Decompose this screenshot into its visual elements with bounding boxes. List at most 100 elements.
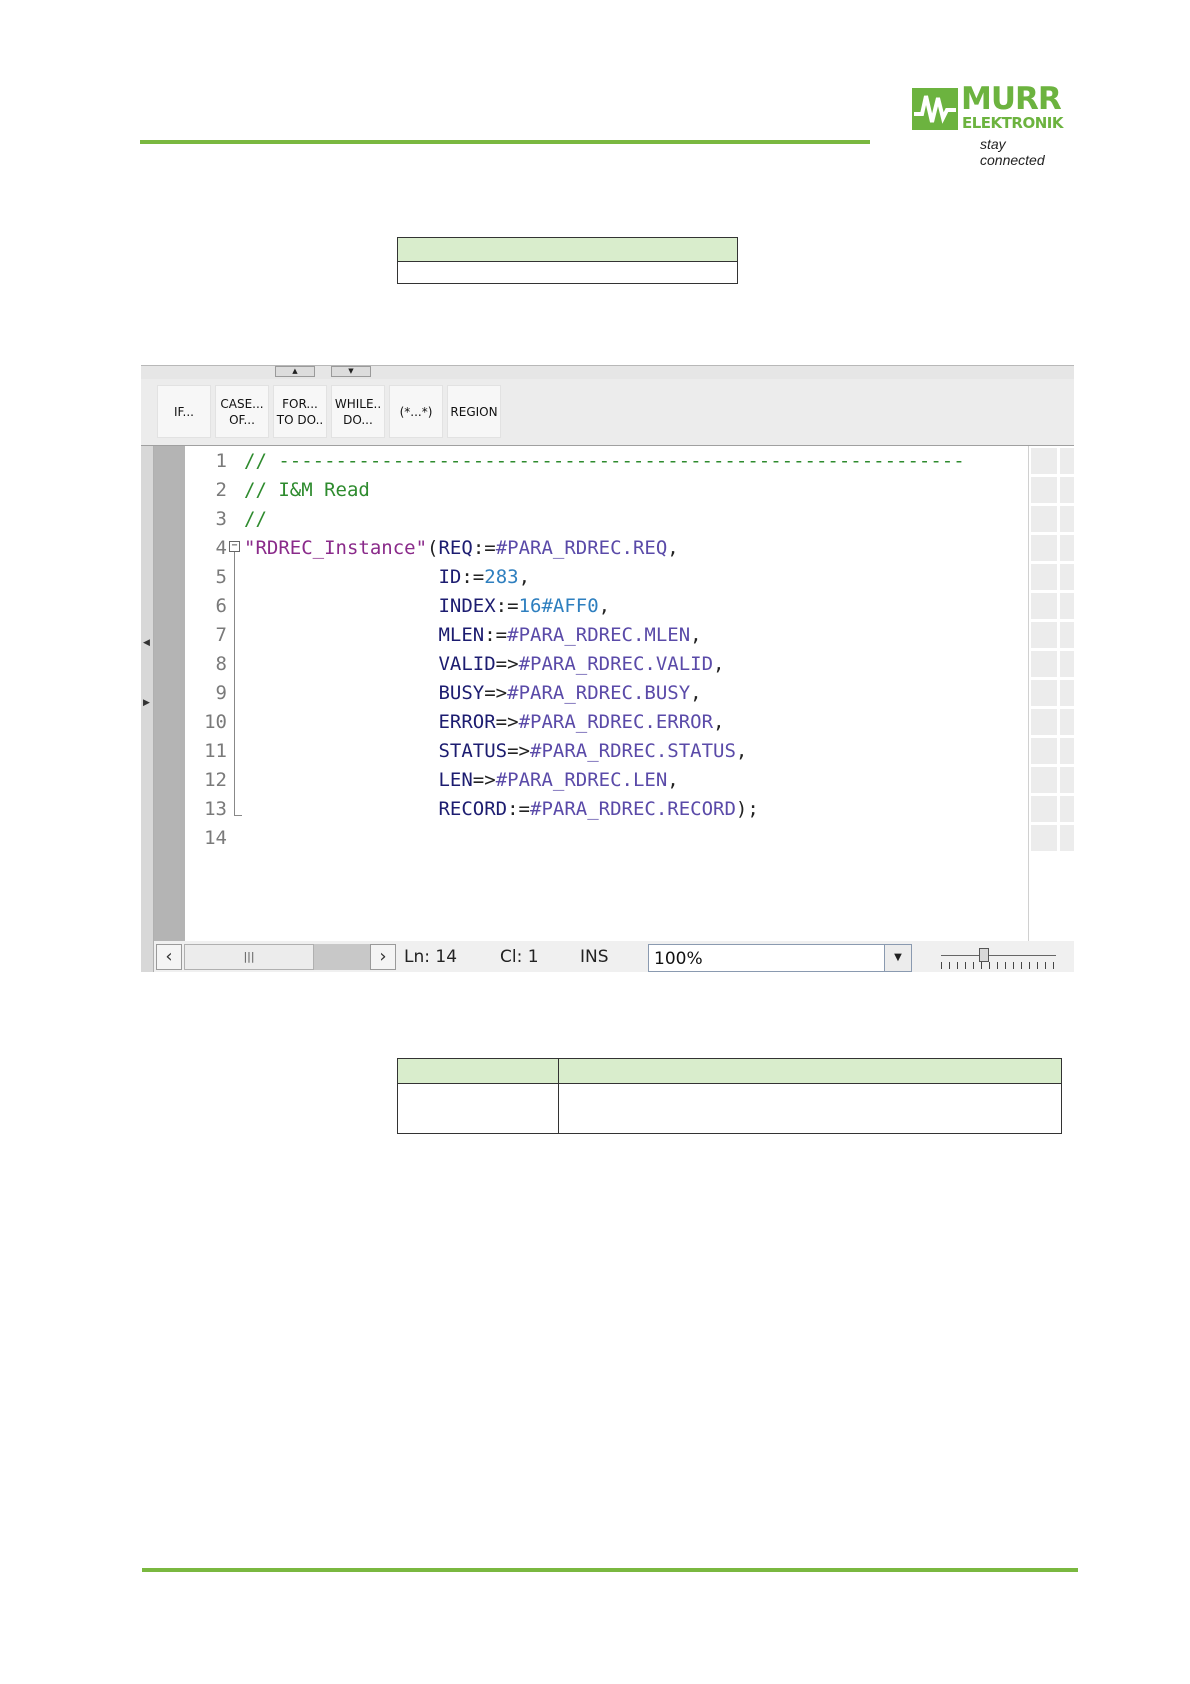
code-token: #PARA_RDREC.BUSY — [507, 682, 691, 704]
brand-name: MURR — [961, 81, 1062, 117]
code-token: "RDREC_Instance" — [244, 537, 428, 559]
gutter-cell — [1031, 448, 1057, 474]
code-token: => — [472, 769, 496, 791]
line-number: 13 — [204, 798, 227, 820]
header-rule — [140, 140, 870, 144]
code-token: // — [244, 508, 267, 530]
line-number: 8 — [215, 653, 227, 675]
code-token: #PARA_RDREC.STATUS — [530, 740, 736, 762]
code-token: 16#AFF0 — [518, 595, 599, 617]
code-token: ); — [735, 798, 759, 820]
splitter-up-button[interactable]: ▲ — [275, 366, 315, 377]
scroll-thumb-grip: ||| — [243, 950, 255, 963]
breakpoint-gutter[interactable] — [154, 446, 185, 941]
while-do-button[interactable]: WHILE.. DO... — [331, 385, 385, 438]
code-token: , — [598, 595, 611, 617]
info-table-bottom — [397, 1058, 1062, 1134]
splitter-down-button[interactable]: ▼ — [331, 366, 371, 377]
code-token: => — [495, 653, 519, 675]
for-to-do-button[interactable]: FOR... TO DO.. — [273, 385, 327, 438]
gutter-cell — [1031, 564, 1057, 590]
insert-mode-indicator[interactable]: INS — [580, 944, 609, 970]
gutter-cell — [1060, 767, 1074, 793]
horizontal-scroll-track[interactable] — [314, 944, 370, 970]
brand-sub: ELEKTRONIK — [962, 114, 1063, 132]
gutter-cell — [1060, 738, 1074, 764]
line-number: 12 — [204, 769, 227, 791]
footer-rule — [142, 1568, 1078, 1572]
gutter-cell — [1060, 448, 1074, 474]
code-token: , — [713, 711, 725, 733]
code-text: // -------------------------------------… — [244, 447, 965, 476]
info-table-top — [397, 237, 738, 284]
scroll-left-button[interactable]: ‹ — [156, 944, 182, 970]
code-token: => — [507, 740, 530, 762]
gutter-cell — [1060, 506, 1074, 532]
gutter-cell — [1031, 825, 1057, 851]
editor-status-bar: ‹ ||| › Ln: 14 Cl: 1 INS 100% ▼ — [154, 942, 1074, 972]
murr-logo-icon — [912, 88, 958, 130]
gutter-cell — [1060, 796, 1074, 822]
zoom-slider[interactable] — [941, 946, 1056, 970]
fold-guide-end — [234, 815, 242, 816]
code-token: REQ — [438, 537, 473, 559]
code-token: #PARA_RDREC.VALID — [518, 653, 714, 675]
zoom-slider-track — [941, 955, 1056, 956]
line-number: 3 — [215, 508, 227, 530]
horizontal-scroll-thumb[interactable]: ||| — [184, 944, 314, 970]
code-text: LEN=>#PARA_RDREC.LEN, — [244, 766, 678, 795]
gutter-cell — [1060, 651, 1074, 677]
line-number: 10 — [204, 711, 227, 733]
region-button[interactable]: REGION — [447, 385, 501, 438]
comment-block-button[interactable]: (*...*) — [389, 385, 443, 438]
line-number: 5 — [215, 566, 227, 588]
case-button-label: CASE... — [220, 396, 264, 411]
column-indicator: Cl: 1 — [500, 947, 539, 967]
case-of-button[interactable]: CASE... OF... — [215, 385, 269, 438]
gutter-cell — [1060, 680, 1074, 706]
if-button[interactable]: IF... — [157, 385, 211, 438]
code-token: #PARA_RDREC.ERROR — [518, 711, 714, 733]
collapse-left-icon[interactable]: ◀ — [143, 638, 150, 648]
editor-side-collapse-bar[interactable]: ◀ ▶ — [141, 446, 154, 972]
line-number: 2 — [215, 479, 227, 501]
editor-splitter[interactable]: ▲ ▼ — [141, 365, 1074, 380]
gutter-cell — [1031, 680, 1057, 706]
code-token: => — [484, 682, 508, 704]
zoom-select[interactable]: 100% ▼ — [648, 944, 912, 972]
code-token: MLEN — [438, 624, 485, 646]
zoom-slider-thumb[interactable] — [979, 948, 989, 962]
line-number: 14 — [204, 827, 227, 849]
code-token: #PARA_RDREC.REQ — [495, 537, 668, 559]
region-button-label: REGION — [450, 404, 498, 419]
for-button-label: FOR... — [282, 396, 318, 411]
gutter-cell — [1060, 622, 1074, 648]
gutter-cell — [1031, 477, 1057, 503]
chevron-down-icon[interactable]: ▼ — [884, 945, 911, 971]
line-number: 9 — [215, 682, 227, 704]
fold-toggle-icon[interactable]: − — [229, 541, 240, 552]
scroll-right-button[interactable]: › — [370, 944, 396, 970]
code-token: , — [735, 740, 748, 762]
code-token: , — [667, 537, 679, 559]
code-token: ( — [427, 537, 439, 559]
code-token: // I&M Read — [244, 479, 370, 501]
code-token: BUSY — [438, 682, 485, 704]
code-text: BUSY=>#PARA_RDREC.BUSY, — [244, 679, 701, 708]
instruction-toolbar: IF... CASE... OF... FOR... TO DO.. WHILE… — [141, 379, 1074, 447]
expand-right-icon[interactable]: ▶ — [143, 698, 150, 708]
gutter-cell — [1060, 825, 1074, 851]
code-text: // I&M Read — [244, 476, 370, 505]
code-text: ERROR=>#PARA_RDREC.ERROR, — [244, 708, 724, 737]
line-number: 11 — [204, 740, 227, 762]
code-text: STATUS=>#PARA_RDREC.STATUS, — [244, 737, 747, 766]
fold-guide-line — [234, 552, 235, 815]
